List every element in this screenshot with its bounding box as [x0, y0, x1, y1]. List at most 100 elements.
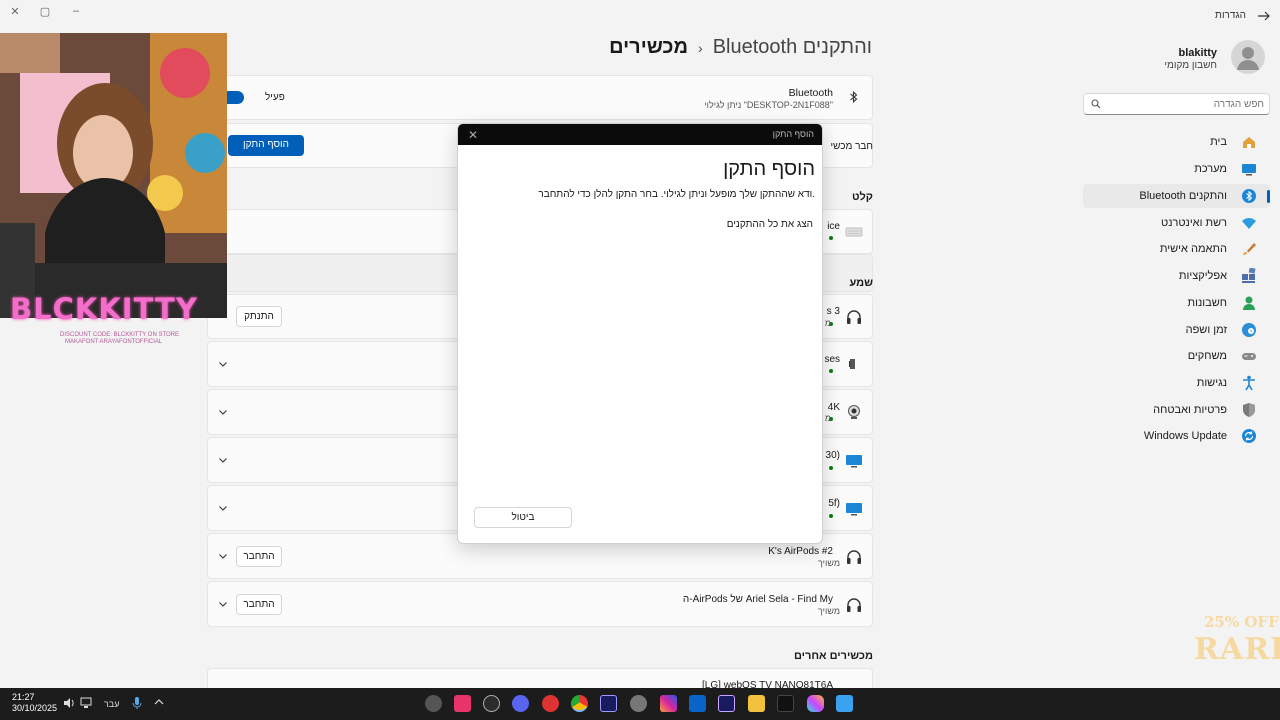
- taskbar-clock[interactable]: 21:27 30/10/2025: [12, 692, 57, 714]
- sidebar-item-apps[interactable]: אפליקציות: [1083, 264, 1270, 288]
- language-indicator[interactable]: עבר: [104, 699, 119, 709]
- search-icon: [1091, 99, 1101, 109]
- volume-icon[interactable]: [63, 697, 77, 709]
- time-language-icon: [1241, 322, 1257, 338]
- minimize-window-button[interactable]: –: [66, 3, 86, 19]
- bluetooth-toggle[interactable]: [227, 91, 244, 104]
- sidebar-item-accessibility[interactable]: נגישות: [1083, 371, 1270, 395]
- sidebar-item-label: Bluetooth והתקנים: [1139, 190, 1227, 202]
- status-dot: [829, 466, 833, 470]
- sidebar-item-label: מערכת: [1194, 163, 1227, 175]
- sidebar-item-label: זמן ושפה: [1185, 324, 1227, 336]
- connect-button[interactable]: התחבר: [236, 594, 282, 615]
- premiere-icon[interactable]: [718, 695, 735, 712]
- microphone-icon[interactable]: [132, 696, 142, 710]
- back-arrow-icon[interactable]: [1256, 8, 1272, 24]
- system-icon: [1241, 161, 1257, 177]
- copilot-icon[interactable]: [807, 695, 824, 712]
- sidebar-item-label: נגישות: [1196, 377, 1227, 389]
- file-explorer-icon[interactable]: [748, 695, 765, 712]
- sidebar-item-label: פרטיות ואבטחה: [1153, 404, 1227, 416]
- sidebar-item-label: התאמה אישית: [1159, 243, 1227, 255]
- outlook-icon[interactable]: [689, 695, 706, 712]
- cancel-button[interactable]: ביטול: [474, 507, 572, 528]
- sidebar-item-label: אפליקציות: [1178, 270, 1227, 282]
- shield-icon: [1241, 402, 1257, 418]
- settings-window-icon[interactable]: [836, 695, 853, 712]
- sidebar-item-label: Windows Update: [1143, 430, 1227, 442]
- show-all-devices-link[interactable]: הצג את כל ההתקנים: [727, 219, 813, 230]
- chevron-down-icon[interactable]: [218, 599, 228, 609]
- chevron-down-icon[interactable]: [218, 359, 228, 369]
- brush-icon: [1241, 241, 1257, 257]
- windows-update-icon: [1241, 428, 1257, 444]
- tiktok-icon[interactable]: [777, 695, 794, 712]
- settings-app-icon[interactable]: [425, 695, 442, 712]
- sidebar-item-system[interactable]: מערכת: [1083, 157, 1270, 181]
- breadcrumb: מכשירים › Bluetooth והתקנים: [609, 36, 872, 59]
- bluetooth-title: Bluetooth: [788, 87, 833, 99]
- obs-icon[interactable]: [483, 695, 500, 712]
- section-title-other-devices: מכשירים אחרים: [793, 650, 873, 662]
- instagram-icon[interactable]: [660, 695, 677, 712]
- after-effects-icon[interactable]: [600, 695, 617, 712]
- dialog-title-bar: הוסף התקן ✕: [458, 124, 822, 145]
- app-icon[interactable]: [542, 695, 559, 712]
- maximize-window-button[interactable]: ▢: [35, 3, 55, 19]
- sidebar-item-home[interactable]: בית: [1083, 130, 1270, 154]
- speaker-icon: [845, 355, 863, 373]
- chevron-down-icon[interactable]: [218, 407, 228, 417]
- promo-discount: 25% OFF: [1204, 613, 1279, 631]
- chevron-down-icon[interactable]: [218, 551, 228, 561]
- sidebar-item-bluetooth[interactable]: Bluetooth והתקנים: [1083, 184, 1270, 208]
- device-name: 5f): [828, 498, 840, 509]
- headphones-icon: [845, 596, 863, 614]
- sidebar-item-privacy[interactable]: פרטיות ואבטחה: [1083, 398, 1270, 422]
- avatar[interactable]: [1231, 40, 1265, 74]
- bluetooth-icon: [1241, 188, 1257, 204]
- sidebar-item-personalization[interactable]: התאמה אישית: [1083, 237, 1270, 261]
- webcam-icon: [845, 403, 863, 421]
- tiktok-studio-icon[interactable]: [454, 695, 471, 712]
- stream-brand-logo: BLCKKITTY: [10, 292, 198, 326]
- stream-brand-handles: MAKAFONT ARAYAFONTOFFICIAL: [65, 339, 163, 345]
- connect-button[interactable]: התחבר: [236, 546, 282, 567]
- stream-brand-tagline: DISCOUNT CODE: BLCKKITTY ON STORE: [60, 332, 180, 338]
- search-input[interactable]: [1106, 97, 1264, 112]
- chrome-icon[interactable]: [571, 695, 588, 712]
- headphones-icon: [845, 308, 863, 326]
- network-status-icon[interactable]: [80, 697, 94, 709]
- accessibility-icon: [1241, 375, 1257, 391]
- monitor-icon: [845, 452, 863, 470]
- page-title: מכשירים: [609, 36, 689, 58]
- breadcrumb-parent[interactable]: Bluetooth והתקנים: [713, 36, 872, 59]
- sidebar-item-label: רשת ואינטרנט: [1161, 217, 1227, 229]
- tray-overflow-icon[interactable]: [154, 698, 164, 706]
- sidebar-item-label: חשבונות: [1187, 297, 1227, 309]
- device-name: ה-AirPods של Ariel Sela - Find My: [682, 594, 833, 605]
- bluetooth-toggle-label: פעיל: [265, 92, 285, 103]
- headphones-icon: [845, 548, 863, 566]
- profile-account-type: חשבון מקומי: [1164, 60, 1217, 71]
- dialog-heading: הוסף התקן: [723, 158, 815, 180]
- add-device-button[interactable]: הוסף התקן: [228, 135, 304, 156]
- close-icon[interactable]: ✕: [468, 128, 478, 142]
- device-name: ice: [827, 221, 840, 232]
- disconnect-button[interactable]: התנתק: [236, 306, 282, 327]
- chevron-down-icon[interactable]: [218, 503, 228, 513]
- discord-icon[interactable]: [512, 695, 529, 712]
- close-window-button[interactable]: ✕: [5, 3, 25, 19]
- vpn-icon[interactable]: [630, 695, 647, 712]
- sidebar-item-windows-update[interactable]: Windows Update: [1083, 424, 1270, 448]
- keyboard-icon: [845, 223, 863, 241]
- status-dot: [829, 236, 833, 240]
- dialog-description: ודא שההתקן שלך מופעל וניתן לגילוי. בחר ה…: [538, 189, 815, 200]
- device-name: 30): [825, 450, 840, 461]
- sidebar-item-network[interactable]: רשת ואינטרנט: [1083, 211, 1270, 235]
- sidebar-item-accounts[interactable]: חשבונות: [1083, 291, 1270, 315]
- settings-search[interactable]: [1083, 93, 1270, 115]
- sidebar-item-gaming[interactable]: משחקים: [1083, 344, 1270, 368]
- sidebar-item-time-language[interactable]: זמן ושפה: [1083, 318, 1270, 342]
- chevron-down-icon[interactable]: [218, 455, 228, 465]
- device-status: מ: [824, 413, 831, 423]
